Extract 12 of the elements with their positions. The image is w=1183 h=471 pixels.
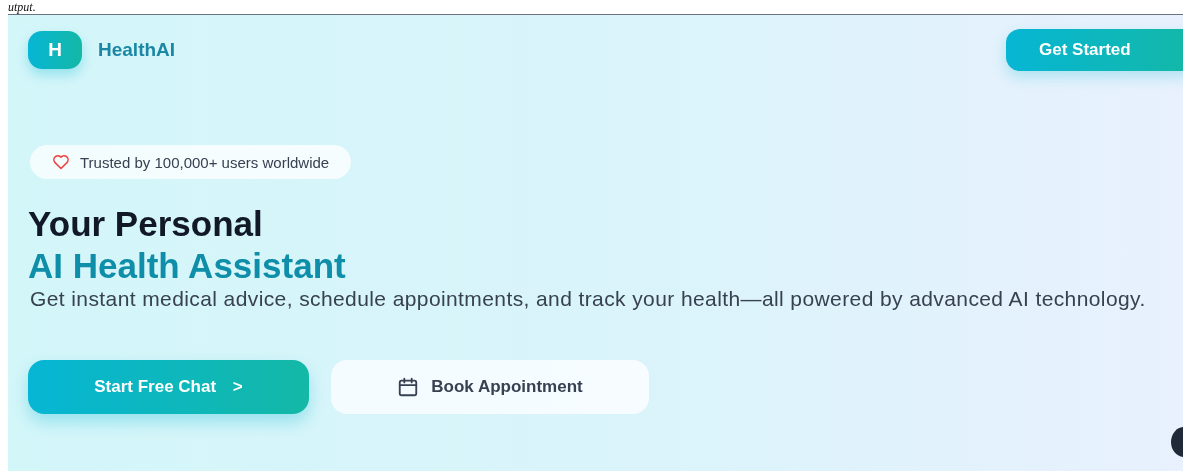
description: Get instant medical advice, schedule appointments, and track your health—all powered by advanced AI technology. bbox=[30, 286, 1147, 312]
brand-name: HealthAI bbox=[98, 39, 176, 61]
heart-icon bbox=[52, 154, 70, 170]
logo-badge: H bbox=[28, 31, 82, 69]
caption-text: utput. bbox=[8, 0, 36, 14]
book-appointment-button[interactable]: Book Appointment bbox=[331, 360, 649, 414]
headline-accent: AI Health Assistant bbox=[28, 245, 346, 287]
headline: Your Personal bbox=[28, 203, 263, 245]
start-chat-button[interactable]: Start Free Chat > bbox=[28, 360, 309, 414]
calendar-icon bbox=[397, 376, 420, 398]
trust-text: Trusted by 100,000+ users worldwide bbox=[80, 153, 330, 171]
get-started-button[interactable]: Get Started bbox=[1006, 29, 1183, 71]
